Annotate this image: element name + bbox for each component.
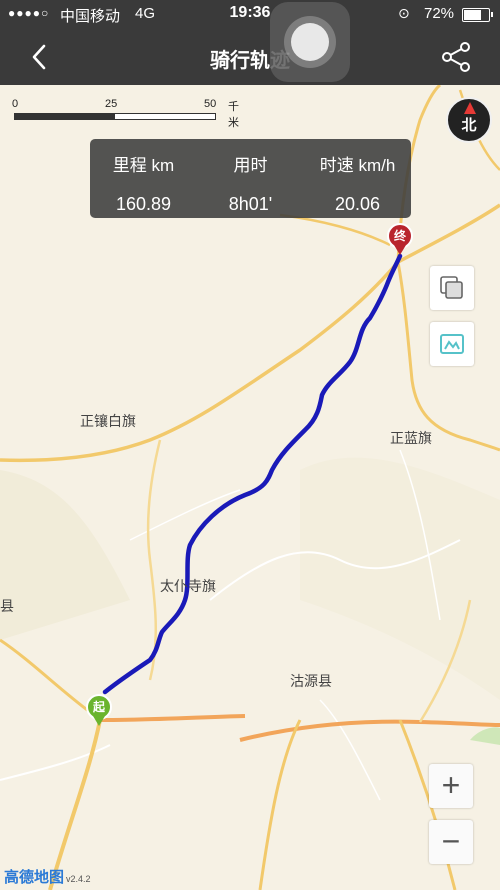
end-marker[interactable]: 终 xyxy=(387,223,413,257)
nav-bar: 骑行轨迹 xyxy=(0,28,500,85)
layers-button[interactable] xyxy=(430,266,474,310)
place-label: 县 xyxy=(0,598,14,614)
duration-label: 用时 xyxy=(233,156,268,175)
assistive-touch-button[interactable] xyxy=(270,2,350,82)
battery-icon xyxy=(462,8,493,22)
zoom-in-button[interactable]: + xyxy=(429,764,473,808)
status-bar: ●●●●○ 中国移动 4G 19:36 ⊙ 72% xyxy=(0,0,500,28)
start-marker[interactable]: 起 xyxy=(86,694,112,728)
layers-icon xyxy=(440,276,463,299)
map-brand-logo: 高德地图 v2.4.2 xyxy=(4,866,91,887)
scale-tick: 50 xyxy=(204,98,217,110)
compass-arrow-icon xyxy=(464,102,476,114)
orientation-lock-icon: ⊙ xyxy=(398,5,410,21)
battery-percent: 72% xyxy=(424,5,455,22)
speed-label: 时速 km/h xyxy=(319,156,396,175)
compass-button[interactable]: 北 xyxy=(446,97,492,143)
place-label: 太仆寺旗 xyxy=(160,578,216,594)
share-button[interactable] xyxy=(436,38,476,76)
brand-version: v2.4.2 xyxy=(66,874,91,884)
place-label: 正蓝旗 xyxy=(390,430,432,446)
place-label: 正镶白旗 xyxy=(80,413,136,429)
traffic-icon xyxy=(440,334,464,354)
brand-name: 高德地图 xyxy=(4,869,65,886)
zoom-out-button[interactable]: − xyxy=(429,820,473,864)
duration-value: 8h01' xyxy=(228,194,273,214)
compass-label: 北 xyxy=(461,117,477,134)
share-icon xyxy=(442,42,470,72)
traffic-button[interactable] xyxy=(430,322,474,366)
scale-tick: 25 xyxy=(105,98,118,110)
ride-stats-panel: 里程 km 160.89 用时 8h01' 时速 km/h 20.06 xyxy=(90,139,411,218)
speed-value: 20.06 xyxy=(334,194,381,214)
scale-tick: 0 xyxy=(12,98,19,110)
distance-value: 160.89 xyxy=(115,194,172,214)
page-title: 骑行轨迹 xyxy=(210,50,290,72)
scale-unit: 千米 xyxy=(228,101,239,129)
distance-label: 里程 km xyxy=(112,156,175,175)
place-label: 沽源县 xyxy=(290,673,332,689)
